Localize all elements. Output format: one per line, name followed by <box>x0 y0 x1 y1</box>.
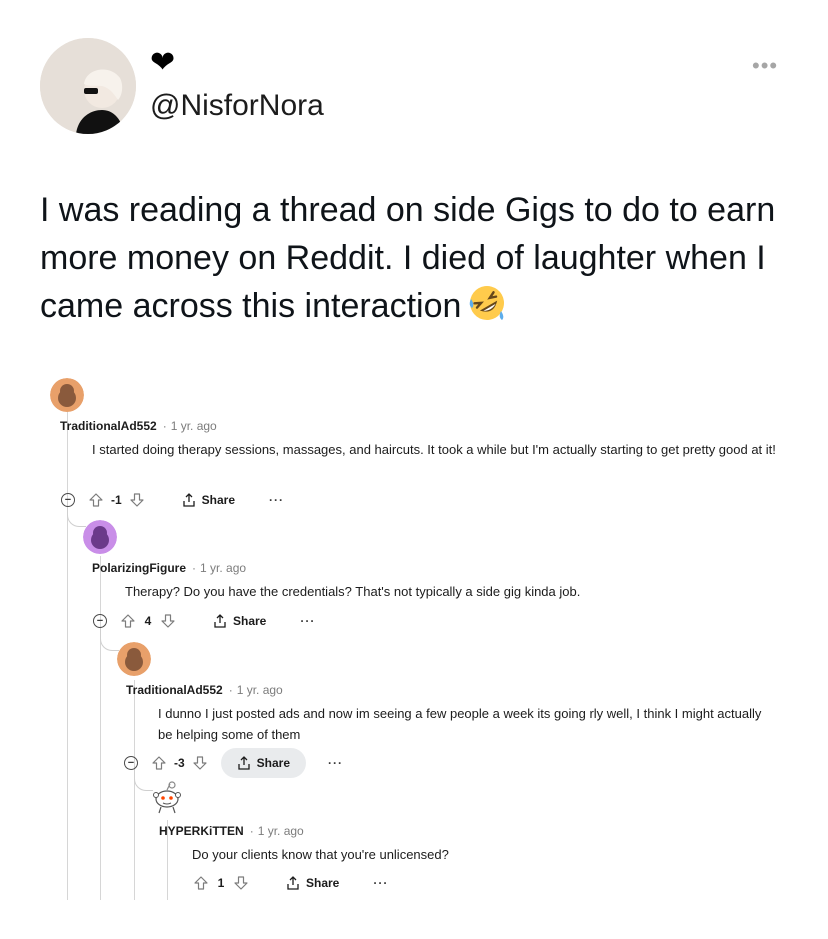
more-options-icon[interactable]: ··· <box>328 756 343 770</box>
comment-time: 1 yr. ago <box>170 419 217 433</box>
upvote-icon[interactable] <box>121 614 135 628</box>
downvote-icon[interactable] <box>161 614 175 628</box>
comment-body: I started doing therapy sessions, massag… <box>92 442 776 457</box>
comment-body: Therapy? Do you have the credentials? Th… <box>125 584 581 599</box>
collapse-icon[interactable]: − <box>93 614 107 628</box>
upvote-icon[interactable] <box>152 756 166 770</box>
thread-line <box>134 680 135 900</box>
share-label: Share <box>233 614 267 628</box>
share-button[interactable]: Share <box>274 870 351 896</box>
tweet-body: I was reading a thread on side Gigs to d… <box>40 191 776 325</box>
comment-body: I dunno I just posted ads and now im see… <box>158 706 762 742</box>
comment-body: Do your clients know that you're unlicen… <box>192 847 449 862</box>
share-icon <box>238 756 250 770</box>
comment-username[interactable]: TraditionalAd552 <box>60 419 157 433</box>
upvote-icon[interactable] <box>89 493 103 507</box>
share-label: Share <box>306 876 340 890</box>
meta-dot: · <box>162 419 167 433</box>
comment-username[interactable]: HYPERKiTTEN <box>159 824 244 838</box>
comment-actions: − -3 Share ··· <box>124 748 343 778</box>
comment-time: 1 yr. ago <box>200 561 247 575</box>
downvote-icon[interactable] <box>193 756 207 770</box>
tweet-text: I was reading a thread on side Gigs to d… <box>40 186 800 336</box>
author-handle[interactable]: @NisforNora <box>150 88 324 124</box>
share-button[interactable]: Share <box>170 487 247 513</box>
comment-meta: TraditionalAd552 · 1 yr. ago <box>126 682 283 698</box>
more-options-icon[interactable]: ··· <box>373 876 388 890</box>
comment-actions: − -1 Share ··· <box>61 485 284 515</box>
rolling-on-floor-laughing-icon <box>467 283 507 336</box>
comment-meta: TraditionalAd552 · 1 yr. ago <box>60 418 217 434</box>
author-avatar[interactable] <box>40 38 136 134</box>
share-button[interactable]: Share <box>201 608 278 634</box>
collapse-icon[interactable]: − <box>124 756 138 770</box>
upvote-icon[interactable] <box>194 876 208 890</box>
share-icon <box>183 493 195 507</box>
share-label: Share <box>256 756 291 770</box>
share-label: Share <box>201 493 236 507</box>
vote-score: 1 <box>217 876 225 890</box>
orange-snoo-avatar[interactable] <box>50 378 84 412</box>
vote-score: 4 <box>144 614 152 628</box>
comment-time: 1 yr. ago <box>257 824 304 838</box>
thread-line <box>67 400 68 900</box>
black-heart-icon: ❤ <box>150 46 176 79</box>
collapse-icon[interactable]: − <box>61 493 75 507</box>
downvote-icon[interactable] <box>234 876 248 890</box>
vote-score: -1 <box>111 493 122 507</box>
meta-dot: · <box>228 683 233 697</box>
comment-username[interactable]: TraditionalAd552 <box>126 683 223 697</box>
default-snoo-avatar[interactable] <box>150 780 184 814</box>
downvote-icon[interactable] <box>130 493 144 507</box>
purple-snoo-avatar[interactable] <box>83 520 117 554</box>
more-dots-icon[interactable]: ••• <box>752 55 778 77</box>
share-button[interactable]: Share <box>220 748 307 778</box>
comment-time: 1 yr. ago <box>236 683 283 697</box>
reddit-screenshot: TraditionalAd552 · 1 yr. ago I started doi… <box>40 370 800 910</box>
more-options-icon[interactable]: ··· <box>269 493 284 507</box>
comment-meta: PolarizingFigure · 1 yr. ago <box>92 560 246 576</box>
comment-meta: HYPERKiTTEN · 1 yr. ago <box>159 823 304 839</box>
orange-snoo-avatar[interactable] <box>117 642 151 676</box>
comment-actions: 1 Share ··· <box>194 868 388 898</box>
comment-actions: − 4 Share ··· <box>93 606 315 636</box>
meta-dot: · <box>192 561 197 575</box>
vote-score: -3 <box>174 756 185 770</box>
share-icon <box>287 876 299 890</box>
more-options-icon[interactable]: ··· <box>300 614 315 628</box>
meta-dot: · <box>249 824 254 838</box>
share-icon <box>214 614 226 628</box>
comment-username[interactable]: PolarizingFigure <box>92 561 186 575</box>
